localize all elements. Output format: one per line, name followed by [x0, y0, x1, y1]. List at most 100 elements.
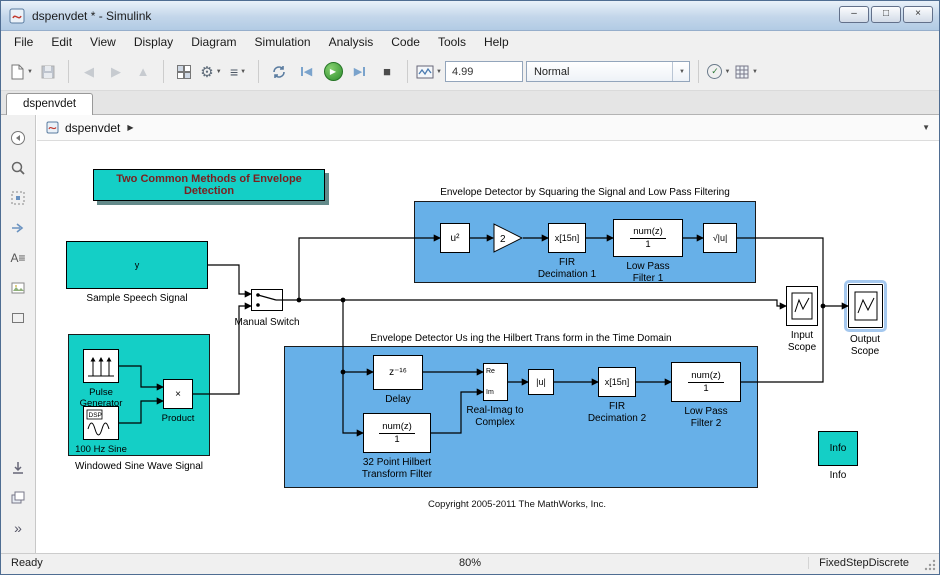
- breadcrumb-arrow-icon[interactable]: ▶: [127, 123, 133, 132]
- low-pass-filter-1-block[interactable]: num(z) 1: [613, 219, 683, 257]
- window-layout-icon: [177, 64, 191, 79]
- step-back-button[interactable]: ◀: [294, 59, 318, 85]
- hilbert-filter-block[interactable]: num(z) 1: [363, 413, 431, 453]
- step-forward-button[interactable]: ▶: [348, 59, 372, 85]
- fir-decimation-2-label: FIR Decimation 2: [587, 401, 647, 424]
- output-scope-label: Output Scope: [849, 334, 881, 357]
- speech-signal-name: y: [134, 260, 140, 270]
- low-pass-filter-2-block[interactable]: num(z) 1: [671, 362, 741, 402]
- fir-decimation-1-label: FIR Decimation 1: [537, 257, 597, 280]
- minimize-button[interactable]: –: [839, 6, 869, 23]
- dsp-sine-icon: DSP: [86, 409, 110, 436]
- gear-icon: ⚙: [200, 63, 214, 81]
- sample-speech-signal-label: Sample Speech Signal: [86, 293, 188, 304]
- dropdown-icon[interactable]: ▼: [27, 69, 33, 75]
- list-icon: ≡: [229, 63, 239, 80]
- save-button[interactable]: [36, 59, 60, 85]
- magnitude-block[interactable]: |u|: [528, 369, 554, 395]
- svg-text:DSP: DSP: [89, 412, 102, 419]
- box-area-icon[interactable]: [7, 307, 29, 329]
- menu-file[interactable]: File: [5, 32, 42, 52]
- simulation-display-button[interactable]: ▼: [416, 59, 442, 85]
- separator: [163, 60, 164, 83]
- title-annotation-block[interactable]: Two Common Methods of Envelope Detection: [93, 169, 325, 201]
- maximize-button[interactable]: □: [871, 6, 901, 23]
- fit-to-view-icon[interactable]: [7, 187, 29, 209]
- simulation-mode-combo[interactable]: Normal ▼: [525, 61, 690, 82]
- model-advisor-button[interactable]: ✓ ▼: [707, 59, 731, 85]
- transfer-function: num(z) 1: [630, 226, 666, 251]
- status-solver: FixedStepDiscrete: [808, 557, 909, 569]
- dropdown-icon[interactable]: ▼: [436, 69, 442, 75]
- menu-analysis[interactable]: Analysis: [320, 32, 383, 52]
- info-block[interactable]: Info: [818, 431, 858, 466]
- viewmark-icon[interactable]: [7, 457, 29, 479]
- real-imag-to-complex-block[interactable]: Re Im: [483, 363, 508, 401]
- stop-button[interactable]: ■: [375, 59, 399, 85]
- manual-switch-block[interactable]: [251, 289, 283, 311]
- window-layout-button[interactable]: [172, 59, 196, 85]
- dropdown-icon[interactable]: ▼: [240, 69, 246, 75]
- scope-screen-icon: [791, 292, 813, 320]
- fir-decimation-1-block[interactable]: x[15n]: [548, 223, 586, 253]
- view-options-button[interactable]: ≡ ▼: [226, 59, 250, 85]
- model-browser-toggle-icon[interactable]: [7, 127, 29, 149]
- titlebar[interactable]: dspenvdet * - Simulink – □ ×: [1, 1, 939, 31]
- menu-help[interactable]: Help: [475, 32, 518, 52]
- menu-view[interactable]: View: [81, 32, 125, 52]
- image-icon[interactable]: [7, 277, 29, 299]
- run-button[interactable]: ▶: [321, 59, 345, 85]
- tab-dspenvdet[interactable]: dspenvdet: [6, 93, 94, 115]
- low-pass-filter-1-label: Low Pass Filter 1: [626, 261, 670, 284]
- menu-display[interactable]: Display: [125, 32, 182, 52]
- layers-icon[interactable]: [7, 487, 29, 509]
- sample-speech-signal-block[interactable]: y: [66, 241, 208, 289]
- menu-diagram[interactable]: Diagram: [182, 32, 245, 52]
- gain-block[interactable]: 2: [493, 223, 524, 253]
- output-scope-block[interactable]: [844, 280, 887, 332]
- math-square-block[interactable]: u²: [440, 223, 470, 253]
- expand-palette-icon[interactable]: »: [7, 517, 29, 539]
- combo-arrow[interactable]: ▼: [671, 62, 689, 81]
- update-diagram-button[interactable]: [267, 59, 291, 85]
- step-bar-icon: [300, 67, 303, 76]
- annotation-icon[interactable]: A≡: [7, 247, 29, 269]
- close-button[interactable]: ×: [903, 6, 933, 23]
- new-model-button[interactable]: ▼: [9, 59, 33, 85]
- back-button[interactable]: ◀: [77, 59, 101, 85]
- input-scope-block[interactable]: [786, 286, 818, 326]
- dropdown-icon[interactable]: ▼: [752, 69, 758, 75]
- up-to-parent-button[interactable]: ▲: [131, 59, 155, 85]
- menu-tools[interactable]: Tools: [429, 32, 475, 52]
- forward-button[interactable]: ▶: [104, 59, 128, 85]
- hilbert-area-title: Envelope Detector Us ing the Hilbert Tra…: [370, 333, 672, 344]
- product-block[interactable]: ×: [163, 379, 193, 409]
- new-model-icon: [11, 64, 24, 79]
- menu-simulation[interactable]: Simulation: [246, 32, 320, 52]
- zoom-icon[interactable]: [7, 157, 29, 179]
- dropdown-icon[interactable]: ▼: [724, 69, 730, 75]
- breadcrumb-dropdown-icon[interactable]: ▼: [922, 123, 930, 132]
- direction-arrow-icon[interactable]: [7, 217, 29, 239]
- breadcrumb-model-name[interactable]: dspenvdet: [65, 121, 120, 135]
- pulse-generator-block[interactable]: [83, 349, 119, 383]
- menu-edit[interactable]: Edit: [42, 32, 81, 52]
- statusbar: Ready 80% FixedStepDiscrete: [1, 553, 939, 574]
- simulation-stop-time-field[interactable]: [444, 61, 523, 82]
- fir-decimation-2-block[interactable]: x[15n]: [598, 367, 636, 397]
- model-settings-button[interactable]: ⚙ ▼: [199, 59, 223, 85]
- simulation-mode-value: Normal: [533, 65, 570, 78]
- sqrt-block[interactable]: √|u|: [703, 223, 737, 253]
- delay-block[interactable]: z⁻¹⁶: [373, 355, 423, 390]
- separator: [68, 60, 69, 83]
- sine-wave-label: 100 Hz Sine: [75, 444, 127, 455]
- dropdown-icon[interactable]: ▼: [216, 69, 222, 75]
- model-canvas[interactable]: Envelope Detector by Squaring the Signal…: [37, 141, 939, 553]
- menu-code[interactable]: Code: [382, 32, 429, 52]
- build-grid-icon: [735, 65, 749, 78]
- resize-grip[interactable]: [923, 558, 937, 572]
- switch-glyph-icon: [256, 293, 282, 307]
- sine-wave-block[interactable]: DSP: [83, 406, 119, 440]
- build-button[interactable]: ▼: [734, 59, 758, 85]
- update-diagram-icon: [273, 65, 285, 78]
